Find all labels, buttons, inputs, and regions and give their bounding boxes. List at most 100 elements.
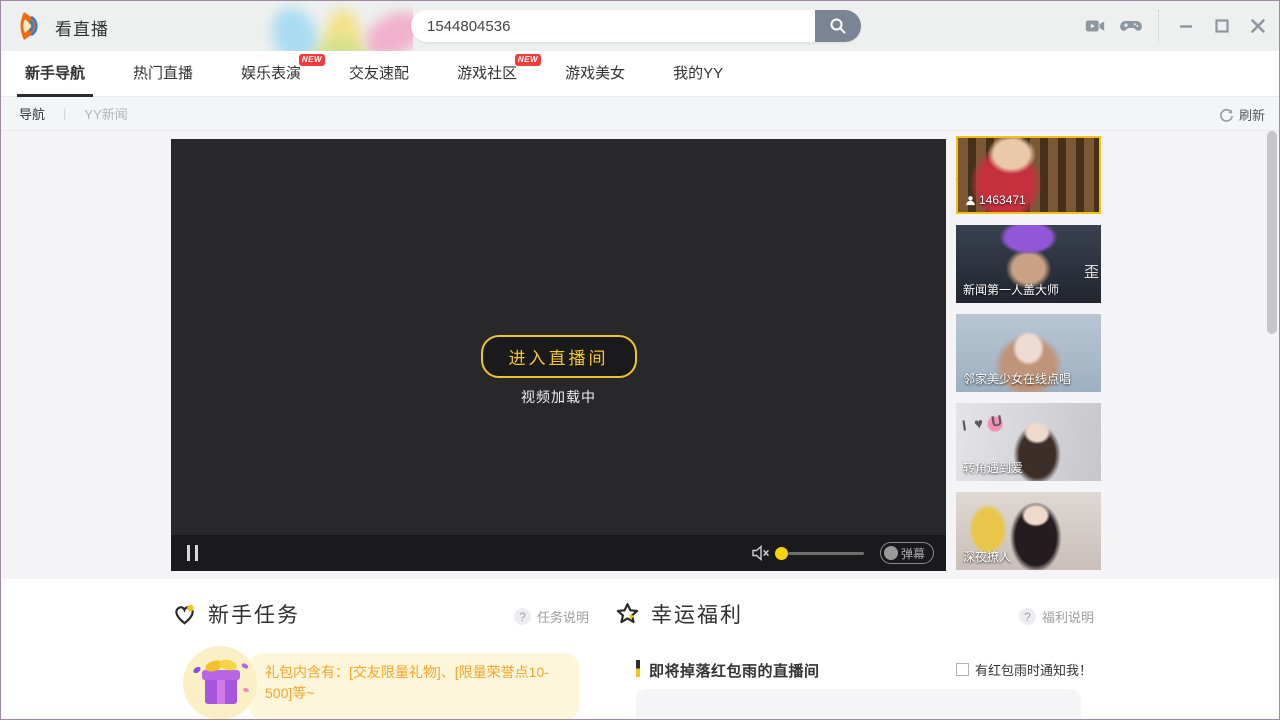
- muted-speaker-icon[interactable]: [751, 544, 773, 562]
- subnav: 导航 | YY新闻 刷新: [1, 97, 1279, 131]
- balloon-pink: [357, 3, 413, 51]
- stream-label: 转角遇到爱: [963, 459, 1023, 476]
- app-title: 看直播: [55, 15, 109, 40]
- stream-title: 新闻第一人盖大师: [963, 281, 1059, 298]
- subnav-separator: |: [63, 106, 66, 121]
- stream-thumbnail[interactable]: 歪 新闻第一人盖大师: [956, 225, 1101, 303]
- close-icon: [1250, 18, 1266, 34]
- titlebar-divider: [1158, 10, 1159, 42]
- refresh-label: 刷新: [1239, 105, 1265, 124]
- notify-checkbox-label: 有红包雨时通知我！: [975, 660, 1092, 679]
- danmaku-toggle-knob: [884, 546, 898, 560]
- stream-label: 新闻第一人盖大师: [963, 281, 1059, 298]
- titlebar-icons: [1082, 1, 1271, 51]
- stream-title: 转角遇到爱: [963, 459, 1023, 476]
- stream-thumbnail[interactable]: 1463471: [956, 136, 1101, 214]
- video-player[interactable]: 进入直播间 视频加载中 取消静音 弹幕: [171, 139, 946, 571]
- welfare-title: 幸运福利: [651, 599, 743, 629]
- subnav-item-nav[interactable]: 导航: [19, 104, 45, 123]
- close-button[interactable]: [1245, 13, 1271, 39]
- stream-title: 深夜撩人: [963, 548, 1011, 565]
- new-badge: NEW: [299, 54, 325, 66]
- welfare-help[interactable]: ? 福利说明: [1019, 607, 1094, 626]
- gift-description-bubble: 礼包内含有：[交友限量礼物]、[限量荣誉点10-500]等~: [249, 653, 579, 720]
- tab-game-community[interactable]: 游戏社区NEW: [447, 51, 527, 97]
- tasks-help-label: 任务说明: [537, 607, 589, 626]
- stream-label: 邻家美少女在线点唱: [963, 370, 1071, 387]
- content-band: 进入直播间 视频加载中 取消静音 弹幕: [1, 131, 1279, 579]
- player-right-controls: 取消静音 弹幕: [751, 535, 934, 571]
- danmaku-label: 弹幕: [901, 545, 925, 562]
- stream-thumbnail[interactable]: 邻家美少女在线点唱: [956, 314, 1101, 392]
- app-window: 看直播: [0, 0, 1280, 720]
- tab-game-beauty[interactable]: 游戏美女: [555, 51, 635, 97]
- gift-illustration: [183, 646, 257, 720]
- pause-button[interactable]: [187, 545, 198, 561]
- tab-dating[interactable]: 交友速配: [339, 51, 419, 97]
- welfare-header: 幸运福利: [614, 599, 743, 629]
- new-badge: NEW: [515, 54, 541, 66]
- tab-label: 娱乐表演: [241, 65, 301, 82]
- tab-newbie-nav[interactable]: 新手导航: [15, 51, 95, 97]
- minimize-button[interactable]: [1173, 13, 1199, 39]
- gift-box-icon: [183, 646, 257, 720]
- yy-logo-icon: [15, 10, 47, 42]
- tasks-title: 新手任务: [208, 599, 300, 629]
- tab-entertainment[interactable]: 娱乐表演NEW: [231, 51, 311, 97]
- balloon-green: [311, 37, 369, 51]
- stream-thumbnail[interactable]: 深夜撩人: [956, 492, 1101, 570]
- player-center: 进入直播间 视频加载中: [171, 335, 946, 407]
- question-icon: ?: [514, 608, 531, 625]
- gamepad-icon[interactable]: [1118, 13, 1144, 39]
- volume-track[interactable]: [788, 552, 864, 555]
- video-loading-text: 视频加载中: [171, 387, 946, 407]
- titlebar: 看直播: [1, 1, 1279, 51]
- viewer-icon: [965, 195, 976, 206]
- video-camera-icon[interactable]: [1082, 13, 1108, 39]
- tab-label: 游戏社区: [457, 65, 517, 82]
- volume-knob[interactable]: [775, 547, 788, 560]
- star-icon: [614, 601, 641, 627]
- search-button[interactable]: [815, 10, 861, 42]
- welfare-help-label: 福利说明: [1042, 607, 1094, 626]
- subnav-item-yy-news[interactable]: YY新闻: [84, 104, 127, 123]
- tab-label: 游戏美女: [565, 65, 625, 82]
- notify-checkbox-row[interactable]: 有红包雨时通知我！: [956, 660, 1092, 679]
- tasks-header: 新手任务: [171, 599, 300, 629]
- enter-room-button[interactable]: 进入直播间: [481, 335, 637, 378]
- tab-my-yy[interactable]: 我的YY: [663, 51, 733, 97]
- balloon-yellow: [325, 9, 361, 51]
- scrollbar-thumb[interactable]: [1267, 131, 1277, 334]
- stream-title: 邻家美少女在线点唱: [963, 370, 1071, 387]
- maximize-icon: [1214, 18, 1230, 34]
- refresh-icon: [1219, 107, 1234, 122]
- gift-package-row: 礼包内含有：[交友限量礼物]、[限量荣誉点10-500]等~: [183, 646, 579, 720]
- minimize-icon: [1178, 18, 1194, 34]
- stream-label: 1463471: [965, 193, 1026, 207]
- red-packet-section-title: 即将掉落红包雨的直播间: [649, 660, 820, 681]
- photo-text: 歪: [1084, 261, 1099, 282]
- notify-checkbox[interactable]: [956, 663, 969, 676]
- stream-title: 1463471: [979, 193, 1026, 207]
- tab-label: 交友速配: [349, 65, 409, 82]
- danmaku-toggle[interactable]: 弹幕: [880, 542, 934, 564]
- heart-icon: [171, 601, 198, 627]
- photo-text: I ♥ U: [961, 412, 1005, 435]
- tab-hot-live[interactable]: 热门直播: [123, 51, 203, 97]
- search-icon: [829, 17, 847, 35]
- tab-label: 热门直播: [133, 65, 193, 82]
- stream-label: 深夜撩人: [963, 548, 1011, 565]
- balloons-decoration: [263, 1, 413, 51]
- search-box: [411, 10, 861, 42]
- red-packet-list-placeholder: [636, 689, 1081, 720]
- search-input[interactable]: [411, 10, 815, 42]
- tasks-help[interactable]: ? 任务说明: [514, 607, 589, 626]
- tab-label: 新手导航: [25, 65, 85, 82]
- refresh-button[interactable]: 刷新: [1219, 97, 1265, 131]
- section-marker: [636, 660, 640, 677]
- balloon-blue: [264, 1, 327, 51]
- maximize-button[interactable]: [1209, 13, 1235, 39]
- stream-thumbnail[interactable]: I ♥ U 转角遇到爱: [956, 403, 1101, 481]
- player-control-bar: 取消静音 弹幕: [171, 535, 946, 571]
- tab-label: 我的YY: [673, 65, 723, 82]
